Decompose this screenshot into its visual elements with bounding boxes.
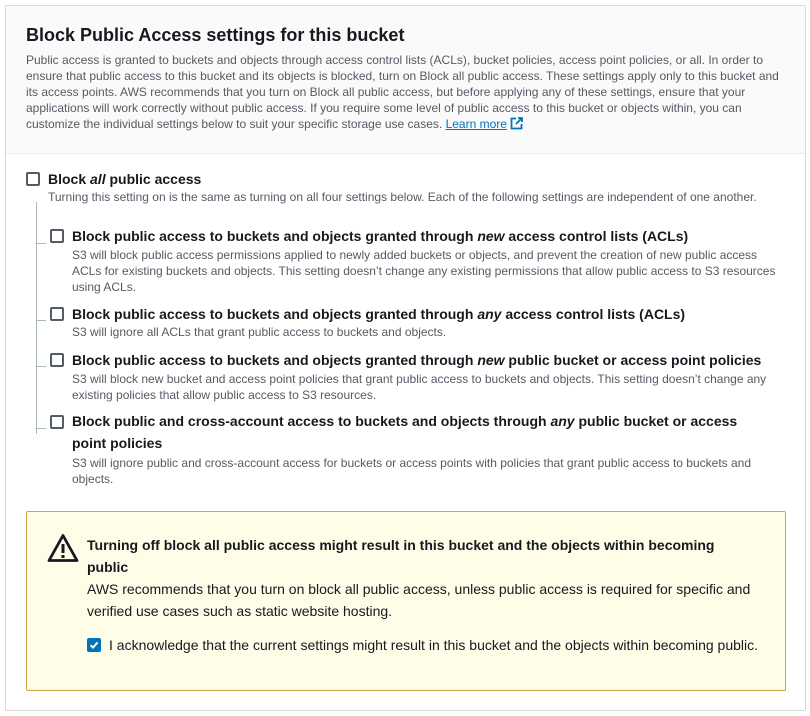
block-all-description: Turning this setting on is the same as t… bbox=[48, 190, 757, 204]
panel-title: Block Public Access settings for this bu… bbox=[26, 25, 405, 45]
acknowledge-label: I acknowledge that the current settings … bbox=[109, 637, 759, 653]
warning-icon bbox=[47, 533, 79, 568]
block-any-policies-description: S3 will ignore public and cross-account … bbox=[72, 456, 752, 486]
tree-branch bbox=[36, 366, 46, 367]
panel-header: Block Public Access settings for this bu… bbox=[6, 6, 805, 154]
warning-body: AWS recommends that you turn on block al… bbox=[87, 581, 751, 619]
external-link-icon[interactable] bbox=[510, 117, 523, 134]
block-new-policies-checkbox[interactable] bbox=[50, 353, 64, 367]
description-text: Public access is granted to buckets and … bbox=[26, 53, 779, 131]
learn-more-link[interactable]: Learn more bbox=[446, 117, 507, 131]
block-new-acls-checkbox[interactable] bbox=[50, 229, 64, 243]
block-any-acls-label: Block public access to buckets and objec… bbox=[72, 306, 686, 322]
block-any-acls-description: S3 will ignore all ACLs that grant publi… bbox=[72, 325, 447, 339]
block-any-policies-label: Block public and cross-account access to… bbox=[72, 413, 738, 451]
tree-branch bbox=[36, 320, 46, 321]
block-any-acls-checkbox[interactable] bbox=[50, 307, 64, 321]
block-all-label: Block all public access bbox=[48, 171, 202, 187]
warning-title: Turning off block all public access migh… bbox=[87, 537, 715, 575]
block-any-policies-checkbox[interactable] bbox=[50, 415, 64, 429]
block-new-policies-description: S3 will block new bucket and access poin… bbox=[72, 372, 767, 402]
warning-alert: Turning off block all public access migh… bbox=[26, 511, 786, 691]
tree-line bbox=[36, 202, 37, 434]
tree-branch bbox=[36, 243, 46, 244]
block-new-acls-label: Block public access to buckets and objec… bbox=[72, 228, 689, 244]
block-new-acls-description: S3 will block public access permissions … bbox=[72, 248, 776, 294]
block-public-access-panel: Block Public Access settings for this bu… bbox=[5, 5, 806, 711]
checkmark-icon bbox=[89, 641, 99, 650]
block-new-policies-label: Block public access to buckets and objec… bbox=[72, 352, 762, 368]
acknowledge-checkbox[interactable] bbox=[87, 638, 101, 652]
tree-branch bbox=[36, 428, 46, 429]
block-all-checkbox[interactable] bbox=[26, 172, 40, 186]
panel-description: Public access is granted to buckets and … bbox=[26, 52, 786, 134]
